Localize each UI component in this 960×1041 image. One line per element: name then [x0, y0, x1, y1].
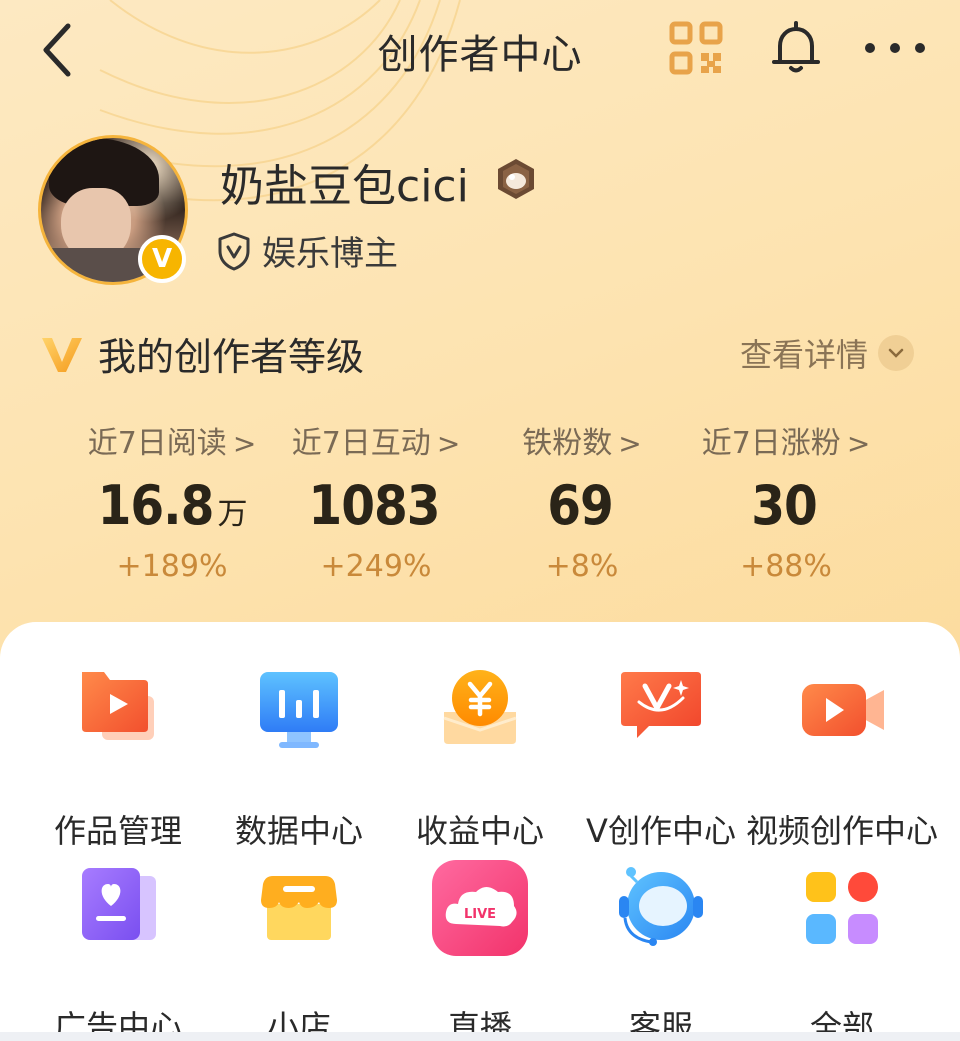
stat-item-iron-fans[interactable]: 铁粉数 > 69 +8%: [467, 418, 697, 584]
works-folder-play-icon: [82, 672, 154, 740]
more-options-button[interactable]: [860, 24, 930, 72]
role-label: 娱乐博主: [262, 234, 398, 274]
stat-label: 近7日涨粉 >: [701, 426, 871, 461]
view-details-label: 查看详情: [740, 336, 869, 374]
chevron-right-icon: >: [846, 427, 871, 460]
data-chart-icon: [260, 672, 338, 748]
customer-service-astronaut-icon: [619, 867, 703, 946]
chevron-right-icon: >: [232, 427, 257, 460]
video-camera-icon: [802, 684, 884, 736]
shop-awning-icon: [261, 876, 337, 940]
stat-label: 近7日互动 >: [291, 426, 461, 461]
stat-label: 近7日阅读 >: [87, 426, 257, 461]
stat-change: +189%: [116, 549, 228, 584]
stat-value: 30: [751, 474, 818, 537]
verified-v-badge: V: [138, 235, 186, 283]
chevron-right-icon: >: [618, 427, 642, 460]
all-apps-grid-icon: [806, 872, 878, 944]
user-level-badge-icon: [498, 159, 534, 199]
top-bar: 创作者中心: [0, 0, 960, 100]
ad-heart-book-icon: [82, 868, 156, 940]
chevron-down-icon: [878, 335, 915, 371]
gold-v-level-icon: [42, 337, 82, 372]
stat-item-new-fans[interactable]: 近7日涨粉 > 30 +88%: [671, 418, 901, 584]
stat-value: 16.8 万: [97, 474, 248, 537]
tool-video-creation-center[interactable]: 视频创作中心: [746, 662, 938, 850]
stat-value: 69: [547, 474, 614, 537]
qr-code-button[interactable]: [668, 20, 724, 76]
more-dots-icon: [865, 43, 925, 53]
stat-value: 1083: [308, 474, 440, 537]
avatar[interactable]: V: [38, 135, 188, 285]
qr-code-icon: [669, 21, 723, 75]
v-creation-icon: [621, 672, 701, 738]
live-icon: LIVE: [432, 860, 528, 956]
stat-item-reads[interactable]: 近7日阅读 > 16.8 万 +189%: [57, 418, 287, 584]
tools-card: 作品管理 数据中心 收益中心 V创作中心 视频创作中心 广告中心 小店 LIVE…: [0, 622, 960, 1041]
tool-all[interactable]: 全部: [747, 858, 937, 1041]
tool-label: 视频创作中心: [745, 812, 938, 850]
yuan-coin-icon: [443, 670, 517, 744]
view-details-link[interactable]: 查看详情: [740, 330, 915, 376]
live-badge-text: LIVE: [464, 907, 496, 922]
bell-icon: [772, 21, 820, 73]
bottom-divider-strip: [0, 1032, 960, 1041]
stat-change: +249%: [320, 549, 432, 584]
stats-row: 近7日阅读 > 16.8 万 +189% 近7日互动 > 1083 +249% 铁粉数…: [0, 418, 960, 608]
shield-v-icon: [218, 232, 250, 270]
stat-item-interactions[interactable]: 近7日互动 > 1083 +249%: [261, 418, 491, 584]
creator-level-title: 我的创作者等级: [98, 335, 365, 379]
notification-bell-button[interactable]: [766, 18, 826, 78]
stat-change: +8%: [545, 549, 619, 584]
stat-label: 铁粉数 >: [522, 426, 642, 461]
stat-change: +88%: [740, 549, 832, 584]
creator-center-page: 创作者中心 V 奶盐豆包cici 娱乐博主 我的创作者等级 查看详情 近7日阅读…: [0, 0, 960, 1041]
role-row: 娱乐博主: [216, 226, 398, 275]
creator-level-row: 我的创作者等级: [40, 326, 364, 381]
chevron-right-icon: >: [436, 427, 461, 460]
username[interactable]: 奶盐豆包cici: [220, 150, 469, 214]
